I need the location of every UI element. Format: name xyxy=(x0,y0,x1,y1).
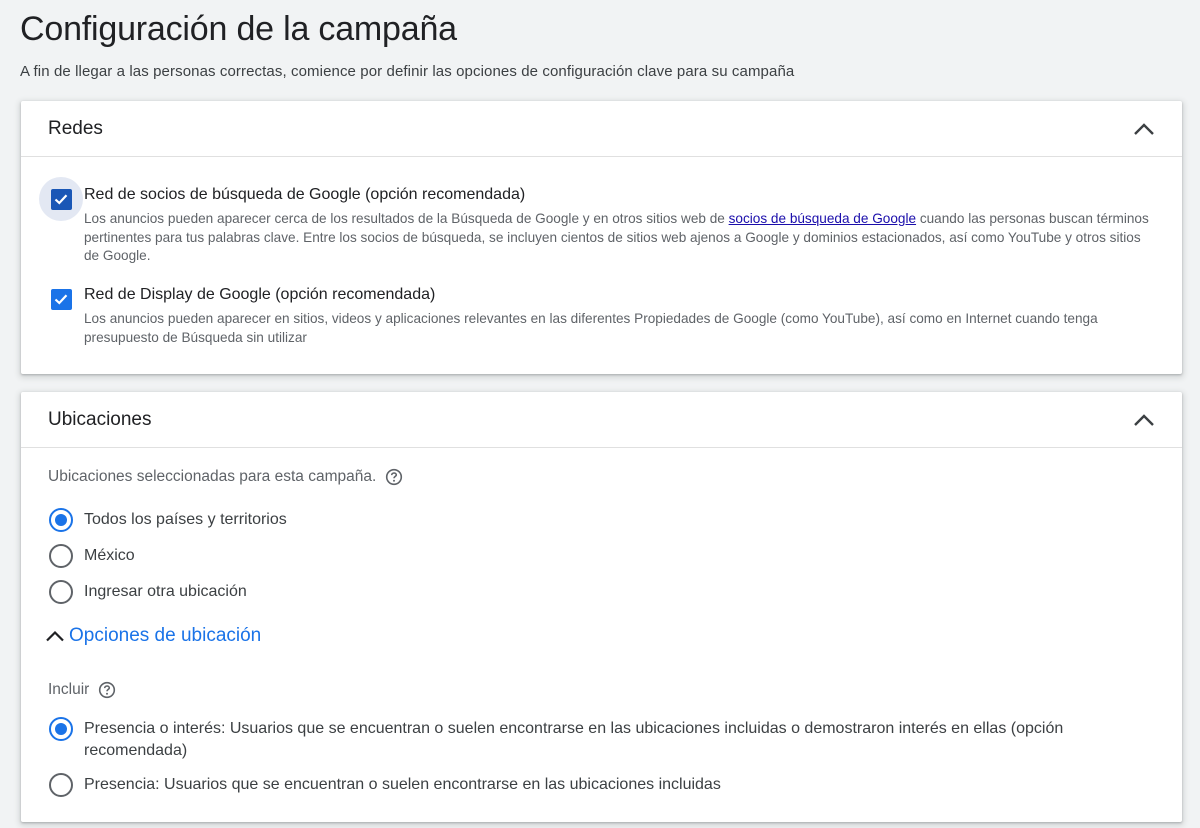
locations-card: Ubicaciones Ubicaciones seleccionadas pa… xyxy=(21,392,1182,822)
locations-collapse-button[interactable] xyxy=(1128,404,1160,436)
location-mexico-radio[interactable] xyxy=(49,544,73,568)
location-all-radio[interactable] xyxy=(49,508,73,532)
search-partners-checkbox[interactable] xyxy=(50,188,72,210)
checkmark-icon xyxy=(54,294,68,305)
chevron-up-icon xyxy=(1134,123,1154,135)
location-options-toggle[interactable]: Opciones de ubicación xyxy=(45,625,261,647)
presence-label: Presencia: Usuarios que se encuentran o … xyxy=(84,776,721,793)
networks-collapse-button[interactable] xyxy=(1128,113,1160,145)
locations-card-header[interactable]: Ubicaciones xyxy=(21,392,1182,448)
page-subtitle: A fin de llegar a las personas correctas… xyxy=(20,63,795,80)
location-all-label: Todos los países y territorios xyxy=(84,511,287,528)
presence-interest-radio[interactable] xyxy=(49,717,73,741)
search-partners-title: Red de socios de búsqueda de Google (opc… xyxy=(84,186,526,203)
include-label: Incluir xyxy=(48,681,116,699)
selected-locations-label: Ubicaciones seleccionadas para esta camp… xyxy=(48,468,403,486)
checkmark-icon xyxy=(54,194,68,205)
location-mexico-label: México xyxy=(84,547,135,564)
include-text: Incluir xyxy=(48,681,90,698)
location-other-label: Ingresar otra ubicación xyxy=(84,583,247,600)
location-options-label: Opciones de ubicación xyxy=(69,625,262,646)
display-network-description: Los anuncios pueden aparecer en sitios, … xyxy=(84,311,1098,345)
locations-card-title: Ubicaciones xyxy=(48,409,152,430)
presence-radio[interactable] xyxy=(49,773,73,797)
display-network-title: Red de Display de Google (opción recomen… xyxy=(84,286,436,303)
search-partners-checkbox-focus-ring[interactable] xyxy=(39,177,83,221)
chevron-up-icon xyxy=(1134,414,1154,426)
networks-card-title: Redes xyxy=(48,118,103,139)
help-icon[interactable] xyxy=(98,681,116,699)
help-icon[interactable] xyxy=(385,468,403,486)
search-partners-link[interactable]: socios de búsqueda de Google xyxy=(729,211,916,226)
networks-card: Redes Red de socios de búsqueda de Googl… xyxy=(21,101,1182,374)
display-checkbox-wrap[interactable] xyxy=(39,277,83,321)
page-title: Configuración de la campaña xyxy=(20,10,457,48)
search-partners-desc-text: Los anuncios pueden aparecer cerca de lo… xyxy=(84,211,729,226)
search-partners-description: Los anuncios pueden aparecer cerca de lo… xyxy=(84,210,1152,266)
presence-interest-label: Presencia o interés: Usuarios que se enc… xyxy=(84,720,1064,759)
campaign-settings-page: Configuración de la campaña A fin de lle… xyxy=(0,0,1200,828)
chevron-up-icon xyxy=(46,630,64,642)
display-network-checkbox[interactable] xyxy=(50,288,72,310)
networks-card-header[interactable]: Redes xyxy=(21,101,1182,157)
selected-locations-text: Ubicaciones seleccionadas para esta camp… xyxy=(48,468,377,485)
location-other-radio[interactable] xyxy=(49,580,73,604)
